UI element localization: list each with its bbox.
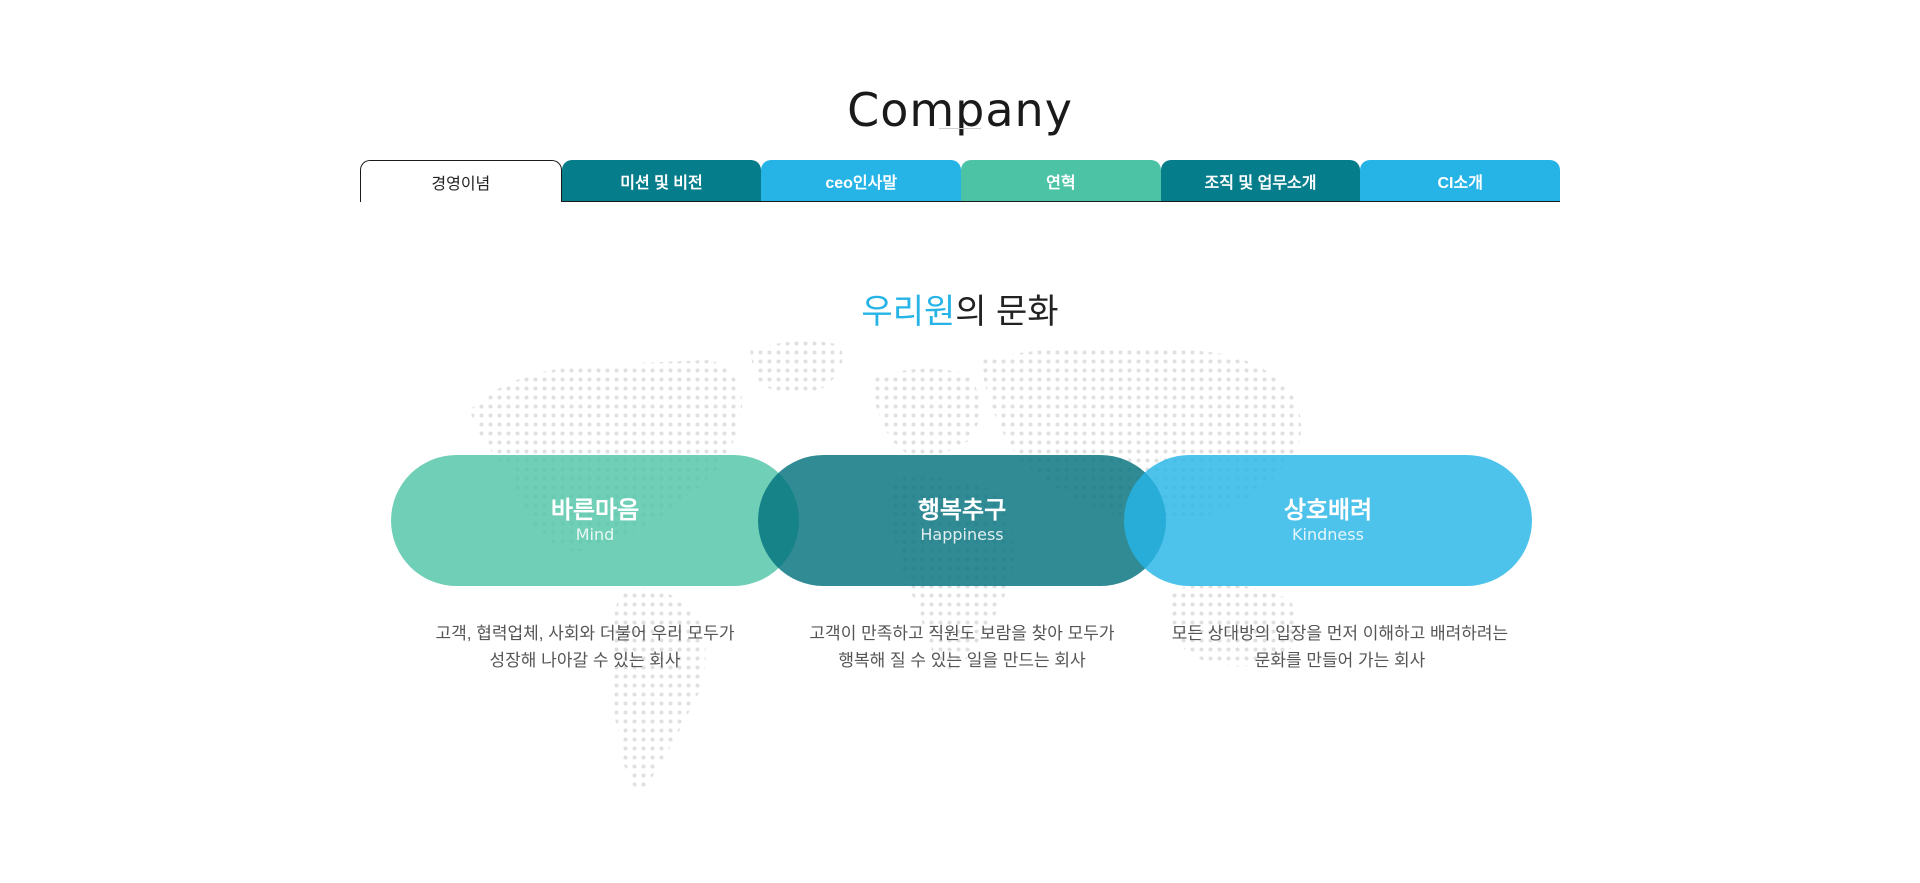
value-title: 바른마음 — [550, 496, 640, 524]
tab-organization[interactable]: 조직 및 업무소개 — [1160, 160, 1361, 201]
description-line: 모든 상대방의 입장을 먼저 이해하고 배려하려는 — [1171, 624, 1509, 643]
description-line: 성장해 나아갈 수 있는 회사 — [489, 651, 681, 670]
value-title: 상호배려 — [1283, 496, 1373, 524]
section-heading-rest: 의 문화 — [955, 293, 1059, 332]
value-subtitle: Mind — [575, 524, 615, 544]
value-description-happiness: 고객이 만족하고 직원도 보람을 찾아 모두가 행복해 질 수 있는 일을 만드… — [772, 620, 1152, 674]
tab-ceo-greeting[interactable]: ceo인사말 — [761, 160, 962, 201]
value-pill-mind: 바른마음 Mind — [391, 455, 799, 586]
value-description-mind: 고객, 협력업체, 사회와 더불어 우리 모두가 성장해 나아갈 수 있는 회사 — [395, 620, 775, 674]
description-line: 문화를 만들어 가는 회사 — [1254, 651, 1426, 670]
description-line: 고객, 협력업체, 사회와 더불어 우리 모두가 — [435, 624, 735, 643]
section-heading: 우리원의 문화 — [0, 284, 1920, 333]
description-line: 고객이 만족하고 직원도 보람을 찾아 모두가 — [809, 624, 1115, 643]
value-title: 행복추구 — [917, 496, 1007, 524]
tab-ci[interactable]: CI소개 — [1360, 160, 1561, 201]
value-description-kindness: 모든 상대방의 입장을 먼저 이해하고 배려하려는 문화를 만들어 가는 회사 — [1150, 620, 1530, 674]
tab-philosophy[interactable]: 경영이념 — [360, 160, 562, 202]
company-tabs: 경영이념 미션 및 비전 ceo인사말 연혁 조직 및 업무소개 CI소개 — [360, 160, 1561, 202]
tab-history[interactable]: 연혁 — [961, 160, 1161, 201]
tab-mission-vision[interactable]: 미션 및 비전 — [561, 160, 762, 201]
description-line: 행복해 질 수 있는 일을 만드는 회사 — [838, 651, 1086, 670]
value-subtitle: Kindness — [1292, 524, 1364, 544]
title-divider — [939, 128, 981, 129]
value-pill-happiness: 행복추구 Happiness — [758, 455, 1166, 586]
value-subtitle: Happiness — [920, 524, 1004, 544]
value-pill-kindness: 상호배려 Kindness — [1124, 455, 1532, 586]
section-heading-accent: 우리원 — [861, 293, 956, 332]
